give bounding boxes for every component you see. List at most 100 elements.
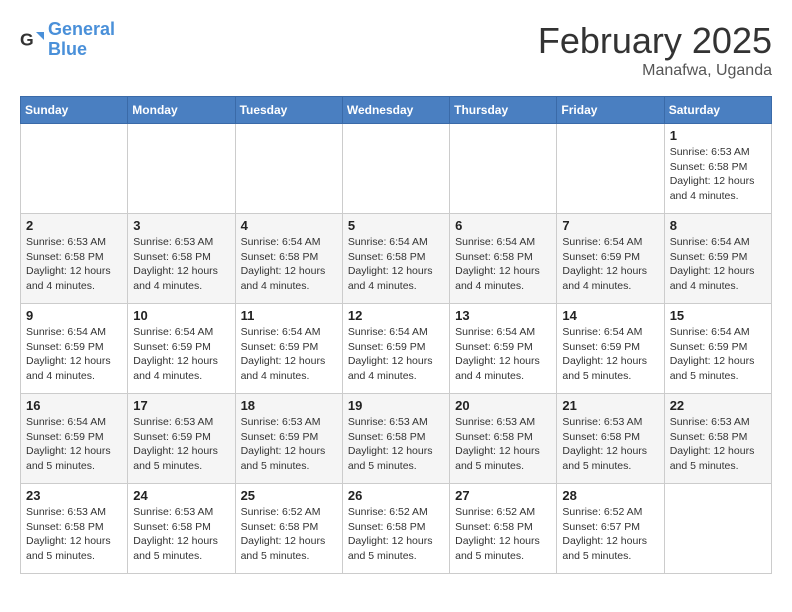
logo-text: GeneralBlue <box>48 20 115 60</box>
calendar-cell: 1Sunrise: 6:53 AM Sunset: 6:58 PM Daylig… <box>664 124 771 214</box>
calendar-cell: 22Sunrise: 6:53 AM Sunset: 6:58 PM Dayli… <box>664 394 771 484</box>
day-info: Sunrise: 6:54 AM Sunset: 6:59 PM Dayligh… <box>670 235 766 294</box>
calendar-cell: 14Sunrise: 6:54 AM Sunset: 6:59 PM Dayli… <box>557 304 664 394</box>
calendar-cell: 26 Sunrise: 6:52 AM Sunset: 6:58 PM Dayli… <box>342 484 449 574</box>
day-info: Sunrise: 6:54 AM Sunset: 6:59 PM Dayligh… <box>241 325 337 384</box>
day-number: 21 <box>562 398 658 413</box>
day-number: 7 <box>562 218 658 233</box>
day-number: 20 <box>455 398 551 413</box>
calendar-cell: 15 Sunrise: 6:54 AM Sunset: 6:59 PM Dayli… <box>664 304 771 394</box>
month-title: February 2025 <box>538 20 772 62</box>
day-info: Sunrise: 6:53 AM Sunset: 6:58 PM Dayligh… <box>26 235 122 294</box>
calendar-table: SundayMondayTuesdayWednesdayThursdayFrid… <box>20 96 772 574</box>
calendar-week-row: 2 Sunrise: 6:53 AM Sunset: 6:58 PM Daylig… <box>21 214 772 304</box>
calendar-cell <box>21 124 128 214</box>
calendar-day-header: Saturday <box>664 97 771 124</box>
calendar-day-header: Tuesday <box>235 97 342 124</box>
day-info: Sunrise: 6:53 AM Sunset: 6:58 PM Dayligh… <box>455 415 551 474</box>
day-number: 2 <box>26 218 122 233</box>
day-number: 10 <box>133 308 229 323</box>
calendar-cell: 2 Sunrise: 6:53 AM Sunset: 6:58 PM Daylig… <box>21 214 128 304</box>
calendar-day-header: Sunday <box>21 97 128 124</box>
calendar-cell: 4 Sunrise: 6:54 AM Sunset: 6:58 PM Daylig… <box>235 214 342 304</box>
calendar-cell <box>128 124 235 214</box>
title-section: February 2025 Manafwa, Uganda <box>538 20 772 80</box>
calendar-cell: 12 Sunrise: 6:54 AM Sunset: 6:59 PM Dayli… <box>342 304 449 394</box>
calendar-cell: 6 Sunrise: 6:54 AM Sunset: 6:58 PM Daylig… <box>450 214 557 304</box>
calendar-header-row: SundayMondayTuesdayWednesdayThursdayFrid… <box>21 97 772 124</box>
calendar-cell: 27 Sunrise: 6:52 AM Sunset: 6:58 PM Dayli… <box>450 484 557 574</box>
day-info: Sunrise: 6:53 AM Sunset: 6:58 PM Dayligh… <box>133 505 229 564</box>
calendar-cell: 10 Sunrise: 6:54 AM Sunset: 6:59 PM Dayli… <box>128 304 235 394</box>
day-info: Sunrise: 6:52 AM Sunset: 6:58 PM Dayligh… <box>241 505 337 564</box>
calendar-cell: 8 Sunrise: 6:54 AM Sunset: 6:59 PM Daylig… <box>664 214 771 304</box>
svg-text:G: G <box>20 29 34 49</box>
calendar-cell: 11Sunrise: 6:54 AM Sunset: 6:59 PM Dayli… <box>235 304 342 394</box>
day-number: 27 <box>455 488 551 503</box>
calendar-cell <box>664 484 771 574</box>
calendar-day-header: Monday <box>128 97 235 124</box>
day-number: 24 <box>133 488 229 503</box>
day-number: 25 <box>241 488 337 503</box>
day-number: 8 <box>670 218 766 233</box>
calendar-day-header: Friday <box>557 97 664 124</box>
location-title: Manafwa, Uganda <box>538 62 772 80</box>
day-number: 4 <box>241 218 337 233</box>
calendar-week-row: 23 Sunrise: 6:53 AM Sunset: 6:58 PM Dayli… <box>21 484 772 574</box>
day-number: 1 <box>670 128 766 143</box>
day-number: 22 <box>670 398 766 413</box>
calendar-cell: 20 Sunrise: 6:53 AM Sunset: 6:58 PM Dayli… <box>450 394 557 484</box>
calendar-cell: 9 Sunrise: 6:54 AM Sunset: 6:59 PM Daylig… <box>21 304 128 394</box>
day-info: Sunrise: 6:53 AM Sunset: 6:59 PM Dayligh… <box>133 415 229 474</box>
calendar-cell <box>450 124 557 214</box>
day-number: 28 <box>562 488 658 503</box>
day-info: Sunrise: 6:53 AM Sunset: 6:59 PM Dayligh… <box>241 415 337 474</box>
day-info: Sunrise: 6:53 AM Sunset: 6:58 PM Dayligh… <box>133 235 229 294</box>
day-number: 5 <box>348 218 444 233</box>
calendar-cell: 7 Sunrise: 6:54 AM Sunset: 6:59 PM Daylig… <box>557 214 664 304</box>
logo: G GeneralBlue <box>20 20 115 60</box>
day-info: Sunrise: 6:54 AM Sunset: 6:59 PM Dayligh… <box>455 325 551 384</box>
day-info: Sunrise: 6:53 AM Sunset: 6:58 PM Dayligh… <box>348 415 444 474</box>
day-info: Sunrise: 6:53 AM Sunset: 6:58 PM Dayligh… <box>26 505 122 564</box>
calendar-cell: 17Sunrise: 6:53 AM Sunset: 6:59 PM Dayli… <box>128 394 235 484</box>
logo-icon: G <box>20 28 44 52</box>
calendar-cell: 16 Sunrise: 6:54 AM Sunset: 6:59 PM Dayli… <box>21 394 128 484</box>
day-info: Sunrise: 6:53 AM Sunset: 6:58 PM Dayligh… <box>562 415 658 474</box>
day-info: Sunrise: 6:54 AM Sunset: 6:58 PM Dayligh… <box>455 235 551 294</box>
calendar-day-header: Thursday <box>450 97 557 124</box>
day-number: 12 <box>348 308 444 323</box>
day-number: 6 <box>455 218 551 233</box>
day-info: Sunrise: 6:54 AM Sunset: 6:58 PM Dayligh… <box>241 235 337 294</box>
day-info: Sunrise: 6:54 AM Sunset: 6:59 PM Dayligh… <box>348 325 444 384</box>
day-info: Sunrise: 6:52 AM Sunset: 6:57 PM Dayligh… <box>562 505 658 564</box>
day-info: Sunrise: 6:52 AM Sunset: 6:58 PM Dayligh… <box>455 505 551 564</box>
day-number: 23 <box>26 488 122 503</box>
calendar-cell: 28 Sunrise: 6:52 AM Sunset: 6:57 PM Dayli… <box>557 484 664 574</box>
calendar-week-row: 9 Sunrise: 6:54 AM Sunset: 6:59 PM Daylig… <box>21 304 772 394</box>
calendar-week-row: 16 Sunrise: 6:54 AM Sunset: 6:59 PM Dayli… <box>21 394 772 484</box>
calendar-day-header: Wednesday <box>342 97 449 124</box>
page-header: G GeneralBlue February 2025 Manafwa, Uga… <box>20 20 772 80</box>
day-number: 9 <box>26 308 122 323</box>
calendar-cell: 5Sunrise: 6:54 AM Sunset: 6:58 PM Daylig… <box>342 214 449 304</box>
day-number: 3 <box>133 218 229 233</box>
day-number: 19 <box>348 398 444 413</box>
day-info: Sunrise: 6:54 AM Sunset: 6:59 PM Dayligh… <box>670 325 766 384</box>
day-info: Sunrise: 6:54 AM Sunset: 6:59 PM Dayligh… <box>562 325 658 384</box>
calendar-cell: 23 Sunrise: 6:53 AM Sunset: 6:58 PM Dayli… <box>21 484 128 574</box>
calendar-cell: 24 Sunrise: 6:53 AM Sunset: 6:58 PM Dayli… <box>128 484 235 574</box>
day-info: Sunrise: 6:54 AM Sunset: 6:59 PM Dayligh… <box>26 325 122 384</box>
day-number: 26 <box>348 488 444 503</box>
calendar-cell: 3 Sunrise: 6:53 AM Sunset: 6:58 PM Daylig… <box>128 214 235 304</box>
calendar-cell <box>342 124 449 214</box>
day-info: Sunrise: 6:52 AM Sunset: 6:58 PM Dayligh… <box>348 505 444 564</box>
calendar-cell <box>557 124 664 214</box>
day-info: Sunrise: 6:54 AM Sunset: 6:59 PM Dayligh… <box>26 415 122 474</box>
calendar-cell: 21 Sunrise: 6:53 AM Sunset: 6:58 PM Dayli… <box>557 394 664 484</box>
day-info: Sunrise: 6:54 AM Sunset: 6:59 PM Dayligh… <box>133 325 229 384</box>
day-number: 16 <box>26 398 122 413</box>
day-info: Sunrise: 6:54 AM Sunset: 6:59 PM Dayligh… <box>562 235 658 294</box>
day-number: 15 <box>670 308 766 323</box>
calendar-body: 1 Sunrise: 6:53 AM Sunset: 6:58 PM Daylig… <box>21 124 772 574</box>
